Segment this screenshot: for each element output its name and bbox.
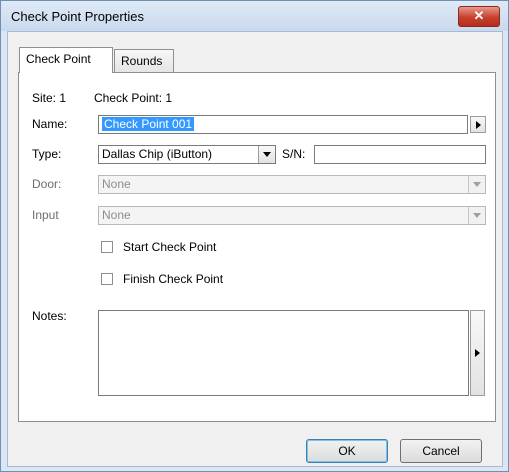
- serial-number-label: S/N:: [282, 147, 306, 161]
- name-label: Name:: [32, 117, 68, 131]
- notes-textarea[interactable]: [98, 310, 469, 396]
- input-select-value: None: [102, 208, 131, 222]
- input-label: Input: [32, 208, 59, 222]
- notes-label: Notes:: [32, 309, 67, 323]
- chevron-down-icon: [468, 207, 485, 224]
- window-title: Check Point Properties: [11, 9, 144, 24]
- tab-check-point[interactable]: Check Point: [19, 47, 113, 73]
- name-input-value: Check Point 001: [102, 117, 195, 131]
- dialog-window: Check Point Properties ✕ Check Point Rou…: [0, 0, 509, 472]
- title-bar: Check Point Properties ✕: [1, 1, 508, 31]
- chevron-down-icon: [468, 176, 485, 193]
- finish-check-point-label: Finish Check Point: [123, 272, 224, 286]
- start-check-point-label: Start Check Point: [123, 240, 217, 254]
- close-icon: ✕: [473, 8, 485, 23]
- finish-check-point-checkbox[interactable]: [101, 273, 113, 285]
- input-select[interactable]: None: [98, 206, 486, 225]
- door-select-value: None: [102, 177, 131, 191]
- ok-button[interactable]: OK: [306, 439, 388, 463]
- name-input[interactable]: Check Point 001: [98, 115, 468, 134]
- check-point-tab-panel: Site: 1 Check Point: 1 Name: Check Point…: [18, 72, 496, 422]
- serial-number-input[interactable]: [314, 145, 486, 164]
- chevron-right-icon[interactable]: [470, 116, 486, 133]
- close-button[interactable]: ✕: [458, 6, 500, 27]
- chevron-down-icon: [258, 146, 275, 163]
- site-label: Site: 1: [32, 91, 67, 105]
- door-label: Door:: [32, 177, 62, 191]
- door-select[interactable]: None: [98, 175, 486, 194]
- type-select[interactable]: Dallas Chip (iButton): [98, 145, 276, 164]
- notes-expand-chevron-right-icon[interactable]: [470, 310, 485, 396]
- checkpoint-number-label: Check Point: 1: [94, 91, 173, 105]
- cancel-button[interactable]: Cancel: [400, 439, 482, 463]
- type-label: Type:: [32, 147, 62, 161]
- dialog-client: Check Point Rounds Site: 1 Check Point: …: [7, 31, 503, 467]
- tab-rounds[interactable]: Rounds: [114, 49, 174, 73]
- start-check-point-checkbox[interactable]: [101, 241, 113, 253]
- type-select-value: Dallas Chip (iButton): [102, 147, 213, 161]
